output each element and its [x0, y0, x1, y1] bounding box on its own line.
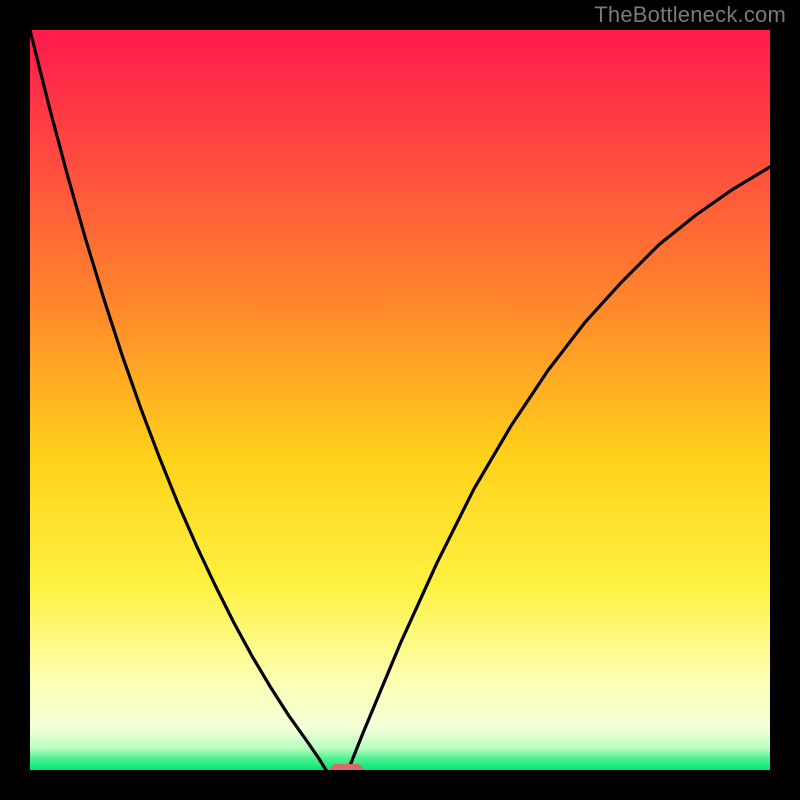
watermark-text: TheBottleneck.com: [594, 2, 786, 28]
chart-curves: [30, 30, 770, 770]
curve-right: [348, 167, 770, 770]
bottleneck-marker: [330, 764, 363, 770]
frame-background: TheBottleneck.com: [0, 0, 800, 800]
curve-left: [30, 30, 326, 770]
plot-area: [30, 30, 770, 770]
